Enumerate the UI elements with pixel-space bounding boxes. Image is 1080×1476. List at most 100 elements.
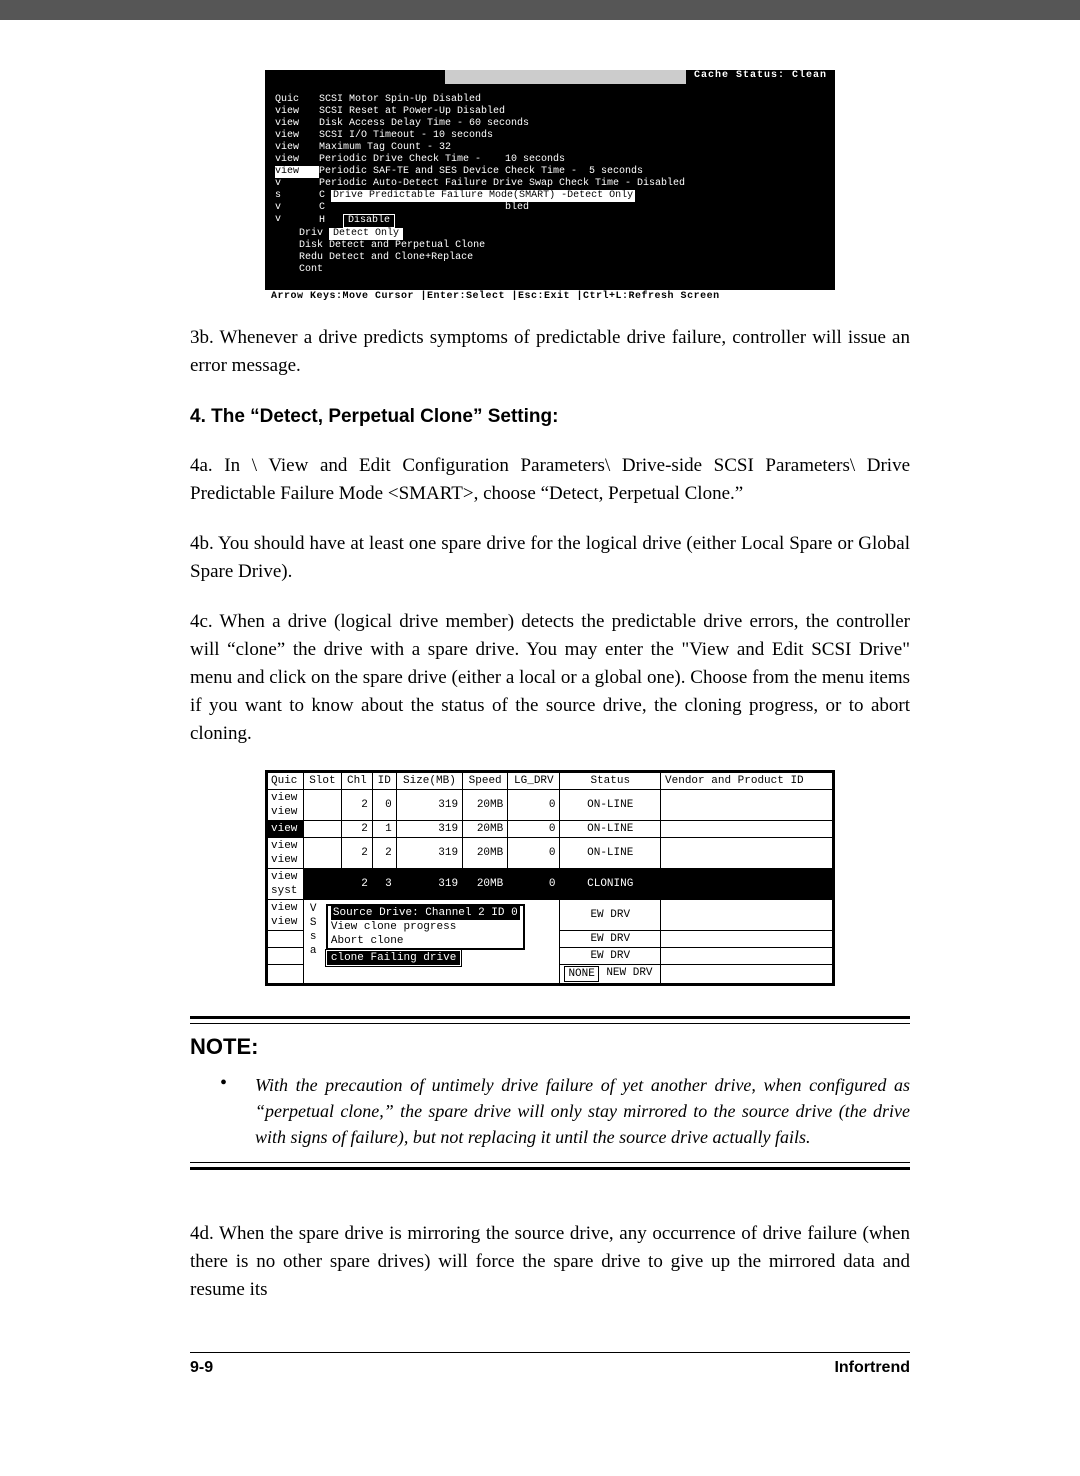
t1-line-7: Periodic Auto-Detect Failure Drive Swap …: [319, 178, 685, 190]
side-letters: V S s a: [310, 902, 317, 958]
r2-status: ON-LINE: [560, 838, 661, 869]
r2-vendor: [661, 838, 833, 869]
t1-line-3: SCSI I/O Timeout - 10 seconds: [319, 130, 493, 142]
note-item: • With the precaution of untimely drive …: [190, 1072, 910, 1156]
t1-popup-2: Detect and Perpetual Clone: [329, 240, 485, 252]
r0-status: ON-LINE: [560, 790, 661, 821]
r0-speed: 20MB: [463, 790, 508, 821]
t1-hl-line: Drive Predictable Failure Mode(SMART) -D…: [331, 190, 635, 202]
r3-lg: 0: [508, 869, 560, 900]
h-slot: Slot: [303, 773, 341, 790]
h-lg: LG_DRV: [508, 773, 560, 790]
h-vendor: Vendor and Product ID: [661, 773, 833, 790]
t1-side-10: v: [275, 214, 319, 226]
note-block: NOTE: • With the precaution of untimely …: [190, 1016, 910, 1170]
t1-side-3: view: [275, 130, 319, 142]
t1-line-6: Periodic SAF-TE and SES Device Check Tim…: [319, 166, 643, 178]
bullet-icon: •: [220, 1072, 227, 1150]
terminal-screenshot-1: Cache Status: Clean QuicSCSI Motor Spin-…: [265, 70, 835, 304]
note-title: NOTE:: [190, 1034, 910, 1060]
r2-size: 319: [396, 838, 462, 869]
lm-b1: [268, 931, 304, 948]
t1-line-1: SCSI Reset at Power-Up Disabled: [319, 106, 505, 118]
titlebar-mid: [445, 70, 686, 84]
r1-id: 1: [372, 821, 396, 838]
footer-left: 9-9: [190, 1359, 213, 1377]
note-rule-bottom-thick: [190, 1167, 910, 1170]
note-rule-bottom-thin: [190, 1162, 910, 1163]
titlebar-gap: [265, 70, 445, 84]
r3-vendor: [661, 869, 833, 900]
t1-popup-1: Detect Only: [329, 228, 403, 240]
t1-side-6: view: [275, 166, 319, 178]
sl-0: V: [310, 902, 317, 916]
r3-status: CLONING: [560, 869, 661, 900]
r1-size: 319: [396, 821, 462, 838]
t1-popup-3: Detect and Clone+Replace: [329, 252, 473, 264]
h-speed: Speed: [463, 773, 508, 790]
lm-b2: [268, 948, 304, 965]
t1-side-5: view: [275, 154, 319, 166]
page: Cache Status: Clean QuicSCSI Motor Spin-…: [0, 20, 1080, 1476]
t1-side-9: v: [275, 202, 319, 214]
lm-10t: view: [271, 916, 297, 928]
lm-9: view view: [268, 900, 304, 931]
t1-status: EW DRV: [560, 931, 661, 948]
sl-3: a: [310, 944, 317, 958]
lm-5t: view: [271, 854, 297, 866]
t1-pp1: Driv: [299, 228, 323, 239]
t1-pp2: Disk: [299, 240, 323, 251]
h-status: Status: [560, 773, 661, 790]
lm-7t: view: [271, 871, 297, 883]
para-4d: 4d. When the spare drive is mirroring th…: [190, 1220, 910, 1304]
r3-size: 319: [396, 869, 462, 900]
note-rule-top-thin: [190, 1023, 910, 1024]
t1-side-1: view: [275, 106, 319, 118]
t1-pp4: Cont: [299, 264, 323, 275]
cache-status-label: Cache Status: Clean: [686, 70, 835, 84]
scsi-popup-2: Abort clone: [331, 934, 520, 948]
t1-side-4: view: [275, 142, 319, 154]
t3-none: NONE: [564, 966, 598, 982]
r2-lg: 0: [508, 838, 560, 869]
scsi-header-row: Quic Slot Chl ID Size(MB) Speed LG_DRV S…: [268, 773, 833, 790]
t2-vendor: [661, 948, 833, 965]
note-rule-top-thick: [190, 1016, 910, 1019]
r2-speed: 20MB: [463, 838, 508, 869]
r1-vendor: [661, 821, 833, 838]
lm-1: viewview: [268, 790, 304, 821]
lm-h: Quic: [268, 773, 304, 790]
t3-stat-txt: NEW DRV: [606, 967, 652, 979]
para-4b: 4b. You should have at least one spare d…: [190, 530, 910, 586]
terminal1-titlebar: Cache Status: Clean: [265, 70, 835, 84]
scsi-row-1: view 2 1 319 20MB 0 ON-LINE: [268, 821, 833, 838]
h-chl: Chl: [341, 773, 372, 790]
t1-vendor: [661, 931, 833, 948]
lm-8: view syst: [268, 869, 304, 900]
lm-8t: syst: [271, 885, 297, 897]
t1-side-8: s: [275, 190, 319, 202]
h-size: Size(MB): [396, 773, 462, 790]
scsi-tail-0: viewview V S s a Source Drive: Channel 2…: [268, 900, 833, 931]
r0-vendor: [661, 790, 833, 821]
r0-chl: 2: [341, 790, 372, 821]
r3-chl: 2: [341, 869, 372, 900]
r0-slot: [303, 790, 341, 821]
t1-c1: C: [319, 202, 325, 213]
t1-c2: H: [319, 215, 325, 226]
r0-id: 0: [372, 790, 396, 821]
scsi-grid: Quic Slot Chl ID Size(MB) Speed LG_DRV S…: [267, 772, 833, 984]
terminal1-body: QuicSCSI Motor Spin-Up Disabled viewSCSI…: [265, 84, 835, 290]
r1-chl: 2: [341, 821, 372, 838]
scsi-table-screenshot: Quic Slot Chl ID Size(MB) Speed LG_DRV S…: [265, 770, 835, 986]
t1-popup-0: Disable: [343, 214, 395, 228]
scsi-row-2: viewview 2 2 319 20MB 0 ON-LINE: [268, 838, 833, 869]
lm-1t: view: [271, 792, 297, 804]
lm-3: view: [268, 821, 304, 838]
scsi-row-3: viewsyst 2 3 319 20MB 0 CLONING: [268, 869, 833, 900]
popup-cell: V S s a Source Drive: Channel 2 ID 0 Vie…: [303, 900, 560, 984]
scsi-popup-title: clone Failing drive: [326, 950, 461, 966]
lm-9t: view: [271, 902, 297, 914]
t2-status: EW DRV: [560, 948, 661, 965]
footer-right: Infortrend: [834, 1359, 910, 1377]
